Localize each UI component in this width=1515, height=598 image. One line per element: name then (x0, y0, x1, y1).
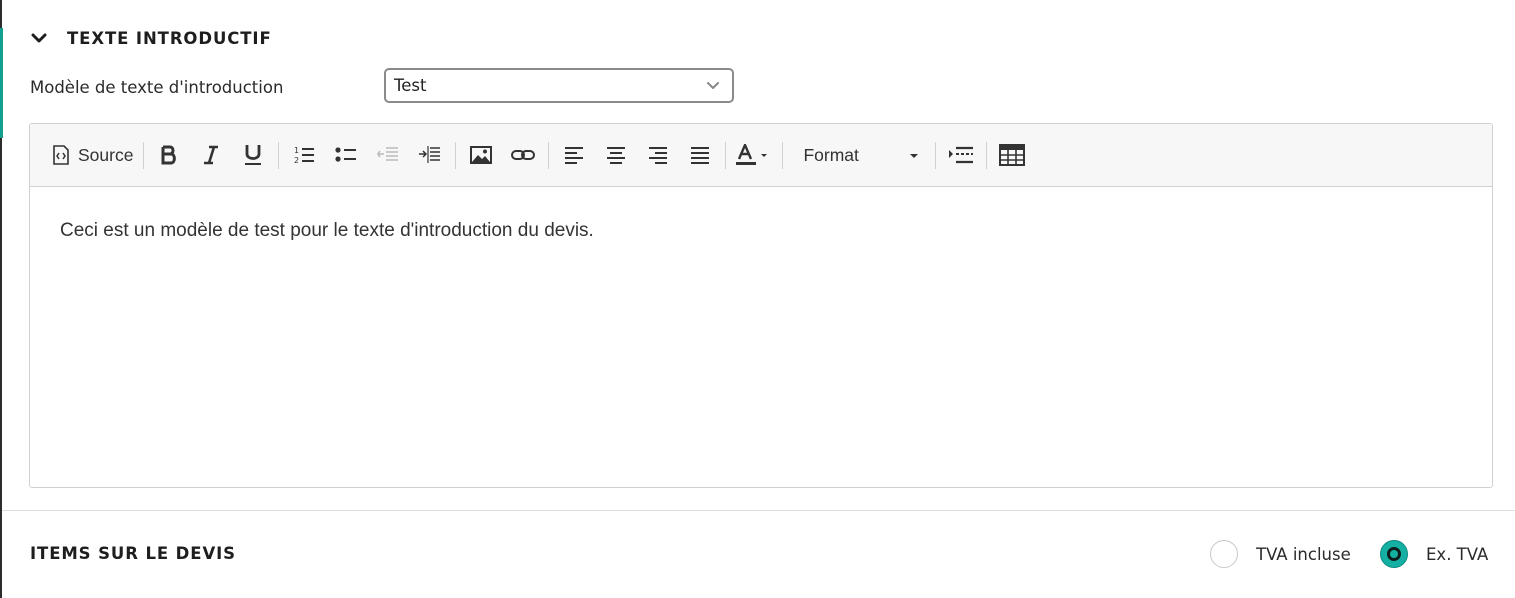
toolbar-separator (725, 141, 727, 169)
indent-button[interactable] (415, 140, 445, 170)
template-select-value: Test (394, 76, 427, 95)
align-right-icon (648, 146, 668, 164)
underline-icon (244, 144, 262, 166)
insert-placeholder-button[interactable] (946, 140, 976, 170)
format-dropdown[interactable]: Format (789, 140, 929, 170)
toolbar-separator (548, 141, 550, 169)
text-color-button[interactable] (736, 140, 772, 170)
toolbar-separator (935, 141, 937, 169)
table-button[interactable] (997, 140, 1027, 170)
align-left-icon (564, 146, 584, 164)
align-right-button[interactable] (643, 140, 673, 170)
vat-included-label: TVA incluse (1256, 544, 1351, 564)
align-center-button[interactable] (601, 140, 631, 170)
vat-excluded-option[interactable]: Ex. TVA (1380, 540, 1488, 568)
vat-excluded-radio[interactable] (1380, 540, 1408, 568)
source-label: Source (78, 144, 134, 165)
toolbar-separator (782, 141, 784, 169)
justify-button[interactable] (685, 140, 715, 170)
bulleted-list-icon (335, 145, 357, 165)
editor-content[interactable]: Ceci est un modèle de test pour le texte… (30, 187, 1492, 275)
bold-button[interactable] (154, 140, 184, 170)
underline-button[interactable] (238, 140, 268, 170)
format-dropdown-icon (909, 146, 919, 164)
insert-placeholder-icon (948, 145, 974, 165)
svg-text:2: 2 (294, 156, 299, 165)
image-button[interactable] (466, 140, 496, 170)
chevron-down-icon (30, 29, 48, 47)
indent-icon (419, 145, 441, 165)
svg-text:1: 1 (294, 146, 299, 155)
link-icon (511, 148, 536, 162)
items-section-title: ITEMS SUR LE DEVIS (30, 544, 236, 563)
toolbar-separator (455, 141, 457, 169)
intro-section-title: TEXTE INTRODUCTIF (67, 28, 272, 48)
image-icon (470, 145, 493, 165)
vat-included-option[interactable]: TVA incluse (1210, 540, 1351, 568)
outdent-button[interactable] (373, 140, 403, 170)
toolbar-separator (278, 141, 280, 169)
text-color-icon (736, 144, 772, 166)
section-divider (2, 510, 1515, 511)
toolbar-separator (143, 141, 145, 169)
toolbar-separator (986, 141, 988, 169)
bulleted-list-button[interactable] (331, 140, 361, 170)
template-select[interactable]: Test (384, 68, 734, 103)
outdent-icon (377, 145, 399, 165)
align-center-icon (606, 146, 626, 164)
italic-icon (203, 145, 219, 165)
numbered-list-button[interactable]: 1 2 (289, 140, 319, 170)
bold-icon (160, 145, 178, 165)
section-active-indicator (0, 28, 3, 138)
justify-icon (690, 146, 710, 164)
chevron-down-icon (706, 79, 720, 93)
numbered-list-icon: 1 2 (293, 145, 315, 165)
intro-section-toggle[interactable]: TEXTE INTRODUCTIF (30, 24, 272, 52)
template-label: Modèle de texte d'introduction (30, 78, 284, 97)
italic-button[interactable] (196, 140, 226, 170)
align-left-button[interactable] (559, 140, 589, 170)
editor-toolbar: Source 1 2 Format (30, 124, 1492, 187)
format-label: Format (803, 144, 859, 165)
source-button[interactable]: Source (52, 140, 133, 170)
rich-text-editor: Source 1 2 Format Ceci est un modèle de … (29, 123, 1493, 488)
link-button[interactable] (508, 140, 538, 170)
radio-selected-dot (1387, 547, 1401, 561)
vat-excluded-label: Ex. TVA (1426, 544, 1489, 564)
source-icon (52, 145, 70, 165)
vat-included-radio[interactable] (1210, 540, 1238, 568)
table-icon (999, 144, 1026, 166)
